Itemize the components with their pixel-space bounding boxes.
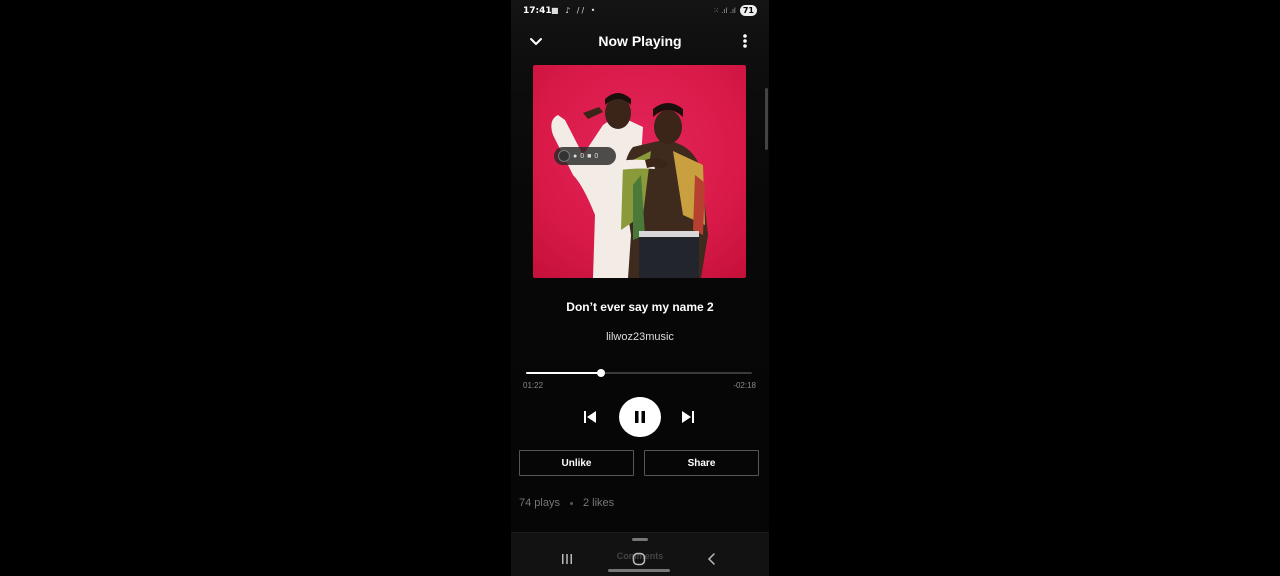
more-vertical-icon[interactable] (737, 32, 753, 52)
plays-count: 74 plays (519, 497, 560, 509)
album-cover (533, 65, 746, 278)
notification-icons: ■ ♪ // • (551, 6, 598, 15)
home-icon[interactable] (631, 552, 647, 566)
status-right: ⁙ .ıl .ıl 71 (713, 5, 757, 16)
status-time: 17:41 (523, 6, 552, 16)
overlay-count-2: 0 (594, 152, 599, 160)
signal-icon: ⁙ .ıl .ıl (713, 6, 736, 15)
scrollbar[interactable] (765, 88, 768, 150)
person-icon: ● (573, 152, 578, 160)
status-bar: 17:41 ■ ♪ // • ⁙ .ıl .ıl 71 (511, 0, 769, 22)
phone-screen: 17:41 ■ ♪ // • ⁙ .ıl .ıl 71 Now Playing (511, 0, 769, 576)
home-indicator (608, 569, 670, 572)
elapsed-time: 01:22 (523, 381, 544, 390)
separator-dot (569, 501, 573, 505)
overlay-avatar (558, 150, 570, 162)
stats-overlay: ● 0 ■ 0 (554, 147, 616, 165)
artist-name[interactable]: lilwoz23music (511, 331, 769, 343)
overlay-count-1: 0 (580, 152, 585, 160)
progress-bar[interactable] (526, 369, 752, 377)
track-title: Don’t ever say my name 2 (566, 300, 714, 314)
cover-art-image (551, 93, 708, 278)
unlike-button[interactable]: Unlike (519, 450, 634, 476)
sheet-handle[interactable] (632, 538, 648, 541)
now-playing-header: Now Playing (511, 22, 769, 62)
track-stats: 74 plays 2 likes (519, 497, 614, 509)
likes-count: 2 likes (582, 497, 615, 509)
page-title: Now Playing (598, 33, 682, 49)
back-icon[interactable] (705, 552, 719, 566)
skip-next-icon[interactable] (679, 408, 697, 426)
skip-previous-icon[interactable] (581, 408, 599, 426)
remaining-time: -02:18 (733, 381, 756, 390)
pause-icon[interactable] (619, 397, 661, 437)
comment-icon: ■ (587, 152, 592, 160)
recent-apps-icon[interactable] (560, 552, 574, 566)
progress-fill (526, 372, 602, 374)
share-button[interactable]: Share (644, 450, 759, 476)
battery-badge: 71 (739, 5, 757, 16)
